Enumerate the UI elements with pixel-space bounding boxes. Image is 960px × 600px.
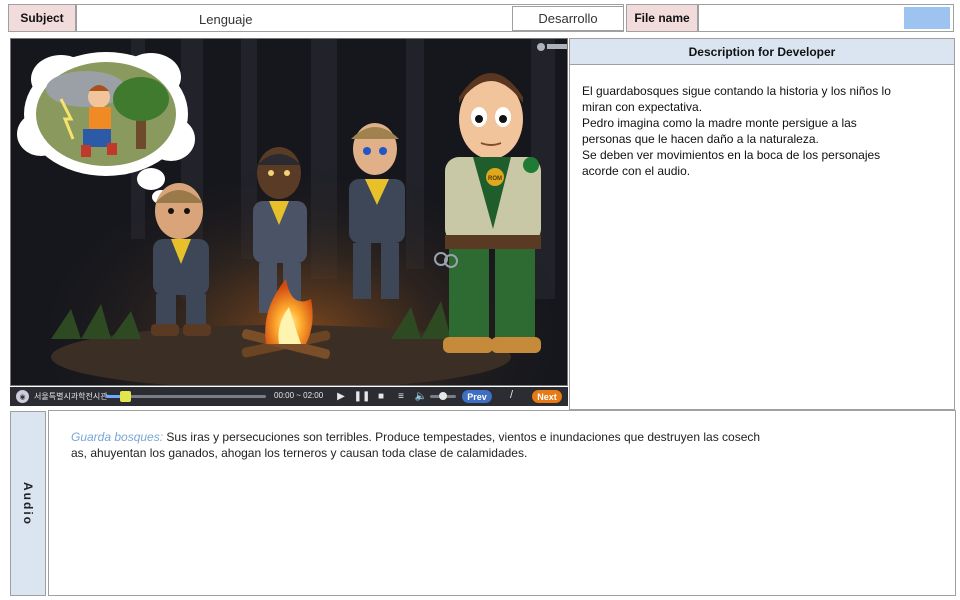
description-line: personas que le hacen daño a la naturale… xyxy=(582,132,819,146)
volume-icon[interactable]: 🔈 xyxy=(414,389,428,404)
menu-icon[interactable]: ≡ xyxy=(394,389,408,404)
separator-slash: / xyxy=(510,389,514,401)
audio-panel: Guarda bosques: Sus iras y persecuciones… xyxy=(48,410,956,596)
volume-slider[interactable] xyxy=(430,392,456,400)
player-control-bar: ◉ 서울특별시과학전시관 00:00 ~ 02:00 ▶ ❚❚ ■ ≡ 🔈 Pr… xyxy=(10,387,568,406)
play-icon[interactable]: ▶ xyxy=(334,389,348,404)
pause-icon[interactable]: ❚❚ xyxy=(354,389,371,404)
audio-tab-label: Audio xyxy=(21,481,35,526)
ranger-badge-text: ROM xyxy=(488,176,502,182)
description-line: Pedro imagina como la madre monte persig… xyxy=(582,116,857,130)
campfire-scene: ROM xyxy=(11,39,567,385)
audio-line-1: Sus iras y persecuciones son terribles. … xyxy=(163,430,761,444)
subject-label: Subject xyxy=(8,4,76,32)
time-display: 00:00 ~ 02:00 xyxy=(274,391,324,400)
seek-bar[interactable] xyxy=(106,391,266,402)
scene-image: ROM xyxy=(10,38,568,386)
next-button[interactable]: Next xyxy=(532,390,562,403)
description-line: miran con expectativa. xyxy=(582,100,703,114)
color-swatch xyxy=(904,7,950,29)
developer-panel: Description for Developer El guardabosqu… xyxy=(569,38,955,410)
audio-line-2: as, ahuyentan los ganados, ahogan los te… xyxy=(71,446,528,460)
developer-panel-title: Description for Developer xyxy=(570,39,954,65)
prev-button[interactable]: Prev xyxy=(462,390,492,403)
subject-value: Lenguaje xyxy=(199,12,253,27)
stop-icon[interactable]: ■ xyxy=(374,389,388,404)
seek-thumb[interactable] xyxy=(120,391,132,402)
org-name: 서울특별시과학전시관 xyxy=(34,392,108,401)
description-line: El guardabosques sigue contando la histo… xyxy=(582,84,891,98)
section-value: Desarrollo xyxy=(538,11,598,26)
audio-script: Guarda bosques: Sus iras y persecuciones… xyxy=(71,429,951,461)
section-field[interactable]: Desarrollo xyxy=(512,6,624,31)
developer-description: El guardabosques sigue contando la histo… xyxy=(582,83,948,179)
volume-thumb[interactable] xyxy=(439,392,447,400)
audio-tab: Audio xyxy=(10,411,46,596)
speaker-name: Guarda bosques: xyxy=(71,430,164,444)
description-line: acorde con el audio. xyxy=(582,164,691,178)
file-name-field[interactable] xyxy=(698,4,954,32)
description-line: Se deben ver movimientos en la boca de l… xyxy=(582,148,881,162)
file-name-label: File name xyxy=(626,4,698,32)
org-logo-icon: ◉ xyxy=(16,390,29,403)
